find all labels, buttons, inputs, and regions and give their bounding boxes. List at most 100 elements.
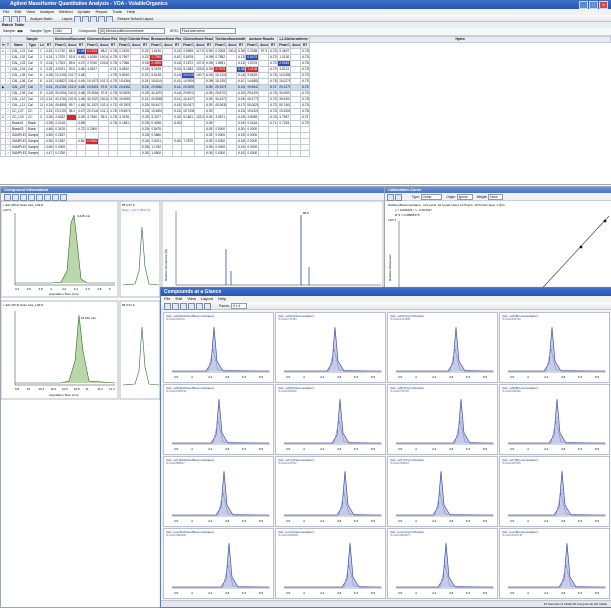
table-cell[interactable]: 4.248 [43, 102, 55, 109]
table-cell[interactable]: 0.7852 [213, 54, 228, 61]
table-cell[interactable]: 4.738 [108, 48, 119, 55]
table-cell[interactable]: 10.0358 [277, 72, 292, 79]
table-cell[interactable]: 103.8 [98, 60, 110, 67]
table-cell[interactable]: 5.412 [172, 96, 183, 103]
cal-fit-icon[interactable] [395, 194, 402, 201]
column-header[interactable]: Final Conc. [149, 42, 164, 49]
table-cell[interactable]: 0.0000 [213, 144, 228, 151]
table-row[interactable]: ✓ CAL_L02 Cal 2 4.241 1.7370 92.6 4.482 1.0036 10… [0, 54, 611, 61]
glance-menu-item-help[interactable]: Help [218, 296, 226, 301]
table-cell[interactable]: 4.6810 [117, 66, 132, 73]
table-cell[interactable]: 6.739 [300, 84, 311, 91]
table-cell[interactable]: 6.730 [268, 72, 279, 79]
table-cell[interactable] [85, 150, 100, 157]
table-cell[interactable]: 5.237 [140, 54, 151, 61]
glance-tile[interactable]: CAL_L07 [Vinyl Chloride] IS Area=459634 3.… [387, 456, 498, 527]
table-cell[interactable]: 14.6882 [245, 78, 260, 85]
cal-type-select[interactable]: Linear [420, 193, 443, 200]
table-cell[interactable]: 4.240 [43, 60, 55, 67]
table-cell[interactable]: 29.3554 [85, 90, 100, 97]
table-cell[interactable]: 6.091 [204, 120, 215, 127]
glance-menu-item-file[interactable]: File [164, 296, 170, 301]
table-cell[interactable]: 6.729 [268, 60, 279, 67]
table-cell[interactable]: 5.241 [140, 78, 151, 85]
integrate-icon[interactable] [36, 194, 43, 201]
table-cell[interactable]: 6.728 [268, 114, 279, 121]
analyze-batch-button[interactable]: Analyze Batch [30, 17, 52, 21]
table-cell[interactable]: 0.2537 [53, 132, 68, 139]
table-cell[interactable]: 7.4138 [245, 66, 260, 73]
table-cell[interactable] [194, 150, 206, 157]
table-cell[interactable]: 4.241 [43, 54, 55, 61]
table-cell[interactable]: 19.4306 [277, 108, 292, 115]
close-button[interactable]: × [599, 1, 608, 9]
table-cell[interactable]: Sample [26, 138, 39, 145]
table-cell[interactable] [76, 150, 87, 157]
table-cell[interactable]: 100.7 [194, 72, 206, 79]
column-header[interactable]: Final Conc. [277, 42, 292, 49]
table-cell[interactable]: 20.6452 [117, 84, 132, 91]
sample-name-cell[interactable]: CAL_L07 [10, 84, 27, 91]
glance-prev-icon[interactable] [196, 303, 203, 310]
column-header[interactable]: Accuracy [98, 42, 110, 49]
table-cell[interactable]: 5.238 [140, 108, 151, 115]
table-cell[interactable]: 5.418 [172, 66, 183, 73]
table-cell[interactable]: 4.738 [108, 90, 119, 97]
table-cell[interactable]: 6.097 [204, 132, 215, 139]
sample-name-cell[interactable]: CAL_L11 [10, 102, 27, 109]
table-cell[interactable]: 0.7253 [277, 120, 292, 127]
table-cell[interactable]: 6.097 [204, 96, 215, 103]
table-cell[interactable]: 4.247 [43, 96, 55, 103]
table-cell[interactable]: 9.5629 [245, 72, 260, 79]
table-cell[interactable]: 0.2938 [245, 48, 260, 55]
table-cell[interactable] [258, 150, 270, 157]
column-header[interactable]: Final Conc. [181, 42, 196, 49]
table-cell[interactable]: 0.0000 [245, 132, 260, 139]
table-cell[interactable]: 6.739 [300, 78, 311, 85]
table-cell[interactable]: 6.738 [300, 60, 311, 67]
table-cell[interactable]: 5.414 [172, 78, 183, 85]
table-cell[interactable]: 1.7358 [149, 54, 164, 61]
table-cell[interactable]: 5.245 [140, 138, 151, 145]
table-cell[interactable]: 2.9049 [277, 60, 292, 67]
table-cell[interactable]: 20.3682 [149, 84, 164, 91]
column-header[interactable]: Accuracy [290, 42, 302, 49]
table-cell[interactable] [277, 150, 292, 157]
menu-item-analyze[interactable]: Analyze [40, 9, 54, 14]
column-header[interactable]: Final Conc. [85, 42, 100, 49]
table-cell[interactable] [162, 150, 174, 157]
sample-name-cell[interactable]: CAL_L09 [10, 90, 27, 97]
table-cell[interactable]: 6.093 [204, 150, 215, 157]
table-cell[interactable]: 4.500 [43, 144, 55, 151]
table-cell[interactable]: 4.736 [108, 60, 119, 67]
table-cell[interactable]: 6.725 [268, 102, 279, 109]
table-cell[interactable]: 2.4596 [149, 60, 164, 67]
table-cell[interactable]: 6.727 [268, 84, 279, 91]
glance-refresh-icon[interactable] [164, 303, 171, 310]
table-cell[interactable]: Sample [26, 132, 39, 139]
spectrum-icon[interactable] [52, 194, 59, 201]
table-cell[interactable]: 6.190 [236, 114, 247, 121]
menu-item-edit[interactable]: Edit [14, 9, 21, 14]
sample-name-cell[interactable]: CAL_L06 [10, 78, 27, 85]
table-cell[interactable]: 1.0036 [85, 54, 100, 61]
table-cell[interactable]: 20.1275 [277, 84, 292, 91]
table-cell[interactable]: 5.400 [172, 138, 183, 145]
table-cell[interactable]: 5.236 [140, 126, 151, 133]
table-cell[interactable]: 0.6475 [245, 54, 260, 61]
table-cell[interactable]: 30.0054 [53, 90, 68, 97]
sample-name-cell[interactable]: CAL_L05 [10, 72, 27, 79]
table-row[interactable]: ✓SAMPLE04Sample4.4710.17805.2621.05006.0… [0, 150, 611, 157]
table-cell[interactable]: 6.738 [300, 102, 311, 109]
print-icon[interactable] [60, 194, 67, 201]
table-row[interactable]: ✓ CAL_L03 Cal 3 4.240 1.7303 89.6 4.470 2.0760 10… [0, 60, 611, 67]
table-cell[interactable]: 50.0626 [245, 102, 260, 109]
table-cell[interactable]: 2.6322 [53, 114, 68, 121]
menu-item-view[interactable]: View [26, 9, 35, 14]
table-cell[interactable]: 19.3690 [149, 108, 164, 115]
table-cell[interactable] [181, 150, 196, 157]
table-cell[interactable]: 0.8476 [149, 126, 164, 133]
table-cell[interactable]: 5.418 [172, 72, 183, 79]
table-cell[interactable]: 0.1851 [117, 120, 132, 127]
table-cell[interactable]: 101.3 [98, 78, 110, 85]
